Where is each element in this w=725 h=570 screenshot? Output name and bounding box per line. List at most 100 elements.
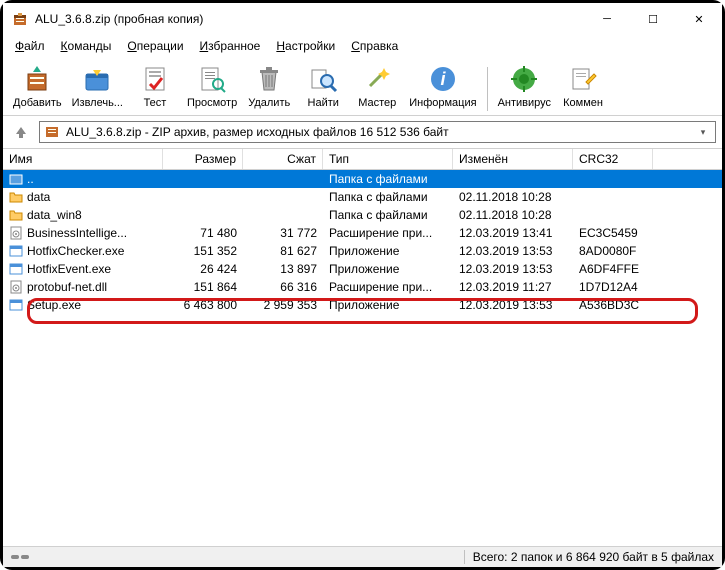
file-name: BusinessIntellige... bbox=[27, 226, 127, 240]
window-controls: ─ ☐ ✕ bbox=[584, 3, 722, 35]
file-packed: 81 627 bbox=[243, 244, 323, 258]
close-button[interactable]: ✕ bbox=[676, 3, 722, 35]
delete-button[interactable]: Удалить bbox=[243, 61, 295, 111]
file-type: Приложение bbox=[323, 262, 453, 276]
address-text: ALU_3.6.8.zip - ZIP архив, размер исходн… bbox=[66, 125, 691, 139]
file-icon bbox=[9, 226, 23, 240]
file-icon bbox=[9, 190, 23, 204]
file-crc: A536BD3C bbox=[573, 298, 653, 312]
file-packed: 13 897 bbox=[243, 262, 323, 276]
wizard-button[interactable]: Мастер bbox=[351, 61, 403, 111]
file-icon bbox=[9, 298, 23, 312]
file-modified: 12.03.2019 13:53 bbox=[453, 244, 573, 258]
test-icon bbox=[139, 63, 171, 95]
header-type[interactable]: Тип bbox=[323, 149, 453, 169]
header-size[interactable]: Размер bbox=[163, 149, 243, 169]
file-type: Расширение при... bbox=[323, 226, 453, 240]
file-row[interactable]: HotfixEvent.exe26 42413 897Приложение12.… bbox=[3, 260, 722, 278]
file-crc: EC3C5459 bbox=[573, 226, 653, 240]
file-icon bbox=[9, 280, 23, 294]
window-title: ALU_3.6.8.zip (пробная копия) bbox=[35, 12, 584, 26]
file-list[interactable]: ..Папка с файламиdataПапка с файлами02.1… bbox=[3, 170, 722, 546]
file-icon bbox=[9, 244, 23, 258]
delete-label: Удалить bbox=[248, 97, 290, 109]
file-name: data_win8 bbox=[27, 208, 82, 222]
file-packed: 31 772 bbox=[243, 226, 323, 240]
info-label: Информация bbox=[409, 97, 476, 109]
header-name[interactable]: Имя bbox=[3, 149, 163, 169]
file-size: 26 424 bbox=[163, 262, 243, 276]
column-headers: Имя Размер Сжат Тип Изменён CRC32 bbox=[3, 149, 722, 170]
file-packed: 66 316 bbox=[243, 280, 323, 294]
address-input[interactable]: ALU_3.6.8.zip - ZIP архив, размер исходн… bbox=[39, 121, 716, 143]
file-size: 71 480 bbox=[163, 226, 243, 240]
file-row[interactable]: Setup.exe6 463 8002 959 353Приложение12.… bbox=[3, 296, 722, 314]
file-row[interactable]: data Папка с файлами02.11.2018 10:28 bbox=[3, 188, 722, 206]
file-type: Папка с файлами bbox=[323, 190, 453, 204]
file-row[interactable]: .. Папка с файлами bbox=[3, 170, 722, 188]
menu-operations[interactable]: Операции bbox=[121, 37, 189, 55]
menu-settings[interactable]: Настройки bbox=[270, 37, 341, 55]
test-label: Тест bbox=[144, 97, 167, 109]
dropdown-icon[interactable]: ▾ bbox=[695, 127, 711, 138]
status-text: Всего: 2 папок и 6 864 920 байт в 5 файл… bbox=[464, 550, 714, 564]
menu-help[interactable]: Справка bbox=[345, 37, 404, 55]
header-packed[interactable]: Сжат bbox=[243, 149, 323, 169]
file-type: Папка с файлами bbox=[323, 172, 453, 186]
view-label: Просмотр bbox=[187, 97, 237, 109]
toolbar: Добавить Извлечь... Тест Просмотр Удалит… bbox=[3, 57, 722, 116]
test-button[interactable]: Тест bbox=[129, 61, 181, 111]
comment-label: Коммен bbox=[563, 97, 603, 109]
status-grip-icon bbox=[11, 555, 41, 559]
file-type: Расширение при... bbox=[323, 280, 453, 294]
antivirus-icon bbox=[508, 63, 540, 95]
file-row[interactable]: HotfixChecker.exe151 35281 627Приложение… bbox=[3, 242, 722, 260]
file-size: 151 864 bbox=[163, 280, 243, 294]
view-button[interactable]: Просмотр bbox=[183, 61, 241, 111]
extract-button[interactable]: Извлечь... bbox=[68, 61, 127, 111]
comment-button[interactable]: Коммен bbox=[557, 61, 609, 111]
file-modified: 12.03.2019 13:41 bbox=[453, 226, 573, 240]
file-name: Setup.exe bbox=[27, 298, 81, 312]
add-button[interactable]: Добавить bbox=[9, 61, 66, 111]
up-button[interactable] bbox=[9, 120, 33, 144]
file-modified: 02.11.2018 10:28 bbox=[453, 190, 573, 204]
header-crc[interactable]: CRC32 bbox=[573, 149, 653, 169]
file-modified: 12.03.2019 13:53 bbox=[453, 262, 573, 276]
maximize-button[interactable]: ☐ bbox=[630, 3, 676, 35]
address-bar: ALU_3.6.8.zip - ZIP архив, размер исходн… bbox=[3, 116, 722, 149]
find-icon bbox=[307, 63, 339, 95]
menu-favorites[interactable]: Избранное bbox=[194, 37, 267, 55]
view-icon bbox=[196, 63, 228, 95]
menu-file[interactable]: Файл bbox=[9, 37, 51, 55]
file-name: .. bbox=[27, 172, 34, 186]
wizard-icon bbox=[361, 63, 393, 95]
file-name: HotfixChecker.exe bbox=[27, 244, 124, 258]
wizard-label: Мастер bbox=[358, 97, 396, 109]
file-modified: 02.11.2018 10:28 bbox=[453, 208, 573, 222]
minimize-button[interactable]: ─ bbox=[584, 3, 630, 35]
file-name: data bbox=[27, 190, 50, 204]
menu-commands[interactable]: Команды bbox=[55, 37, 118, 55]
header-modified[interactable]: Изменён bbox=[453, 149, 573, 169]
file-row[interactable]: BusinessIntellige... 71 48031 772Расширен… bbox=[3, 224, 722, 242]
file-icon bbox=[9, 208, 23, 222]
app-icon bbox=[11, 10, 29, 28]
find-button[interactable]: Найти bbox=[297, 61, 349, 111]
file-type: Папка с файлами bbox=[323, 208, 453, 222]
winrar-window: ALU_3.6.8.zip (пробная копия) ─ ☐ ✕ Файл… bbox=[3, 3, 722, 567]
file-modified: 12.03.2019 13:53 bbox=[453, 298, 573, 312]
file-size: 151 352 bbox=[163, 244, 243, 258]
file-row[interactable]: protobuf-net.dll151 86466 316Расширение … bbox=[3, 278, 722, 296]
delete-icon bbox=[253, 63, 285, 95]
menu-bar: Файл Команды Операции Избранное Настройк… bbox=[3, 35, 722, 57]
file-row[interactable]: data_win8 Папка с файлами02.11.2018 10:28 bbox=[3, 206, 722, 224]
file-modified: 12.03.2019 11:27 bbox=[453, 280, 573, 294]
arrow-up-icon bbox=[14, 125, 28, 139]
add-label: Добавить bbox=[13, 97, 62, 109]
file-packed: 2 959 353 bbox=[243, 298, 323, 312]
add-icon bbox=[21, 63, 53, 95]
info-icon: i bbox=[427, 63, 459, 95]
antivirus-button[interactable]: Антивирус bbox=[494, 61, 555, 111]
info-button[interactable]: i Информация bbox=[405, 61, 480, 111]
